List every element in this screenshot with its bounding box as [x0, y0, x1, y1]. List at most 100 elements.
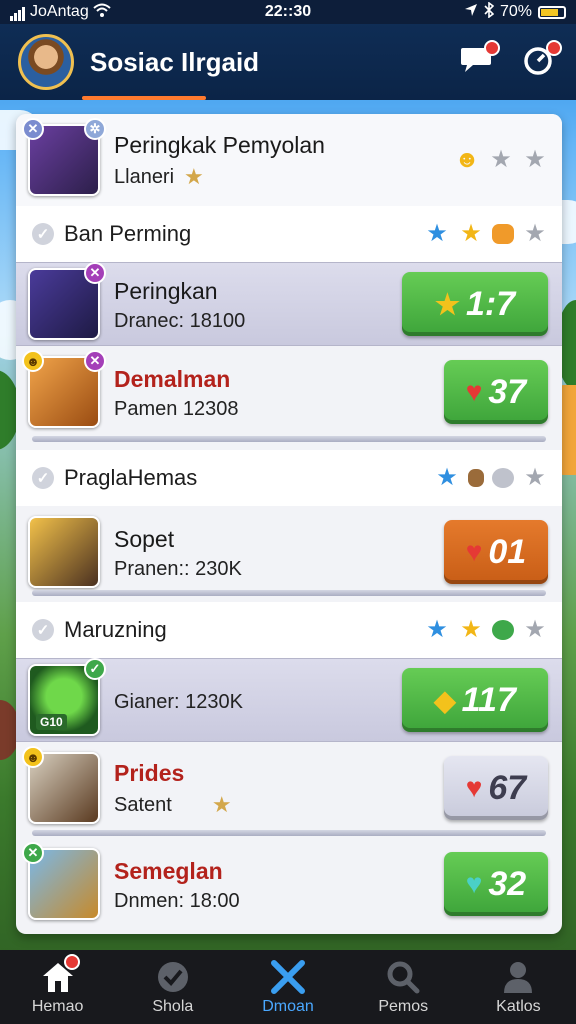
timer-button[interactable] — [518, 40, 562, 82]
app-header: Sosiac Ilrgaid — [0, 24, 576, 100]
badge-icon — [492, 468, 514, 488]
star-icon: ★ — [524, 616, 546, 643]
nav-item-shola[interactable]: Shola — [115, 950, 230, 1024]
top-entry-title: Peringkak Pemyolan — [114, 132, 325, 158]
score-button[interactable]: ♥ 01 — [444, 520, 548, 584]
section-header[interactable]: ✓ Ban Perming ★ ★ ★ — [16, 206, 562, 262]
nav-item-katlos[interactable]: Katlos — [461, 950, 576, 1024]
divider — [32, 436, 546, 442]
top-entry-row[interactable]: ✕ ✲ Peringkak Pemyolan Llaneri ★ ☻ ★ ★ — [16, 114, 562, 206]
chat-button[interactable] — [456, 40, 500, 82]
avatar: ✕ ✲ — [22, 118, 106, 196]
section-title: PraglaHemas — [64, 465, 198, 490]
bottom-navigation: Hemao Shola Dmoan Pemos Katlos — [0, 950, 576, 1024]
leaderboard-card: ✕ ✲ Peringkak Pemyolan Llaneri ★ ☻ ★ ★ ✓ … — [16, 114, 562, 934]
score-button[interactable]: ♥ 37 — [444, 360, 548, 424]
chat-notification-badge — [484, 40, 500, 56]
crossed-swords-icon: ✕ — [84, 262, 106, 284]
section-header[interactable]: ✓ PraglaHemas ★ ★ — [16, 450, 562, 506]
top-entry-subtitle: Llaneri — [114, 165, 175, 188]
avatar: ✕ — [28, 262, 106, 340]
battery-percent: 70% — [499, 3, 532, 20]
heart-icon: ♥ — [465, 536, 483, 567]
leaderboard-row[interactable]: ☻ ✕ Demalman Pamen 12308 ♥ 37 — [16, 350, 562, 434]
section-title: Maruzning — [64, 617, 167, 642]
crossed-swords-icon: ✕ — [22, 118, 44, 140]
crossed-swords-icon: ✕ — [22, 842, 44, 864]
rating-icons: ☻ ★ ★ — [454, 147, 548, 173]
wifi-icon — [93, 3, 111, 22]
star-icon: ★ — [460, 616, 482, 643]
avatar: ✕ — [22, 842, 100, 920]
leaderboard-row[interactable]: Sopet Pranen:: 230K ♥ 01 — [16, 510, 562, 594]
rating-icons: ★ ★ ★ — [424, 617, 548, 643]
avatar-badge-label: G10 — [36, 714, 67, 730]
home-notification-badge — [63, 954, 80, 970]
score-button[interactable]: ★ 1:7 — [402, 272, 548, 336]
section-title: Ban Perming — [64, 221, 192, 246]
player-name: Peringkan — [114, 277, 218, 304]
player-stat: Dnmen: 18:00 — [114, 889, 240, 912]
heart-icon: ♥ — [465, 376, 483, 407]
score-button[interactable]: ♥ 67 — [444, 756, 548, 820]
player-stat: Dranec: 18100 — [114, 309, 246, 332]
home-icon — [38, 954, 80, 996]
signal-icon — [10, 3, 26, 21]
star-icon: ★ — [524, 220, 546, 247]
trophy-icon: ★ — [434, 288, 460, 320]
player-stat: Pamen 12308 — [114, 397, 239, 420]
clock: 22::30 — [264, 3, 312, 20]
smiley-icon: ☻ — [22, 746, 44, 768]
divider — [32, 830, 546, 836]
player-name: Prides — [114, 760, 185, 786]
nav-item-dmoan[interactable]: Dmoan — [230, 950, 345, 1024]
score-button[interactable]: ◆ 117 — [402, 668, 548, 732]
smiley-icon: ☻ — [22, 350, 44, 372]
search-icon — [383, 958, 423, 996]
heart-icon: ♥ — [465, 772, 483, 803]
player-stat: Pranen:: 230K — [114, 557, 242, 580]
star-icon: ★ — [460, 220, 482, 247]
rating-icons: ★ ★ ★ — [424, 221, 548, 247]
star-icon: ★ — [184, 164, 204, 189]
star-icon: ★ — [524, 464, 546, 491]
leaderboard-row[interactable]: ✓ G10 Gianer: 1230K ◆ 117 — [16, 658, 562, 742]
battery-icon — [538, 5, 566, 19]
leaderboard-row[interactable]: ✕ Peringkan Dranec: 18100 ★ 1:7 — [16, 262, 562, 346]
badge-icon: ✓ — [84, 658, 106, 680]
smiley-icon: ☻ — [454, 146, 480, 173]
nav-item-pemos[interactable]: Pemos — [346, 950, 461, 1024]
location-icon — [464, 3, 478, 22]
divider — [32, 590, 546, 596]
player-stat: Satent — [114, 793, 172, 816]
avatar — [28, 516, 100, 588]
person-icon — [498, 958, 538, 996]
avatar: ✓ G10 — [28, 658, 106, 736]
trophy-icon: ◆ — [434, 684, 456, 716]
badge-icon — [492, 224, 514, 244]
rating-icons: ★ ★ — [434, 465, 548, 491]
crossed-swords-icon: ✕ — [84, 350, 106, 372]
leaderboard-row[interactable]: ☻ Prides Satent ★ ♥ 67 — [16, 746, 562, 830]
star-icon: ★ — [490, 146, 512, 173]
nav-item-home[interactable]: Hemao — [0, 950, 115, 1024]
star-icon: ★ — [426, 616, 448, 643]
header-tab-indicator — [82, 96, 206, 100]
crossed-swords-icon — [268, 958, 308, 996]
badge-icon — [468, 469, 484, 487]
star-icon: ★ — [524, 146, 546, 173]
star-icon: ★ — [436, 464, 458, 491]
leaderboard-row[interactable]: ✕ Semeglan Dnmen: 18:00 ♥ 32 — [16, 842, 562, 926]
player-name: Demalman — [114, 365, 231, 392]
bluetooth-icon — [484, 0, 495, 23]
section-header[interactable]: ✓ Maruzning ★ ★ ★ — [16, 602, 562, 658]
profile-avatar[interactable] — [18, 34, 74, 90]
status-bar: JoAntag 22::30 70% — [0, 0, 576, 24]
player-stat: Gianer: 1230K — [114, 690, 243, 713]
check-icon: ✓ — [32, 467, 54, 489]
player-name: Semeglan — [114, 857, 223, 884]
score-button[interactable]: ♥ 32 — [444, 852, 548, 916]
badge-icon — [492, 620, 514, 640]
gear-icon: ✲ — [84, 118, 106, 140]
carrier-label: JoAntag — [30, 3, 89, 20]
